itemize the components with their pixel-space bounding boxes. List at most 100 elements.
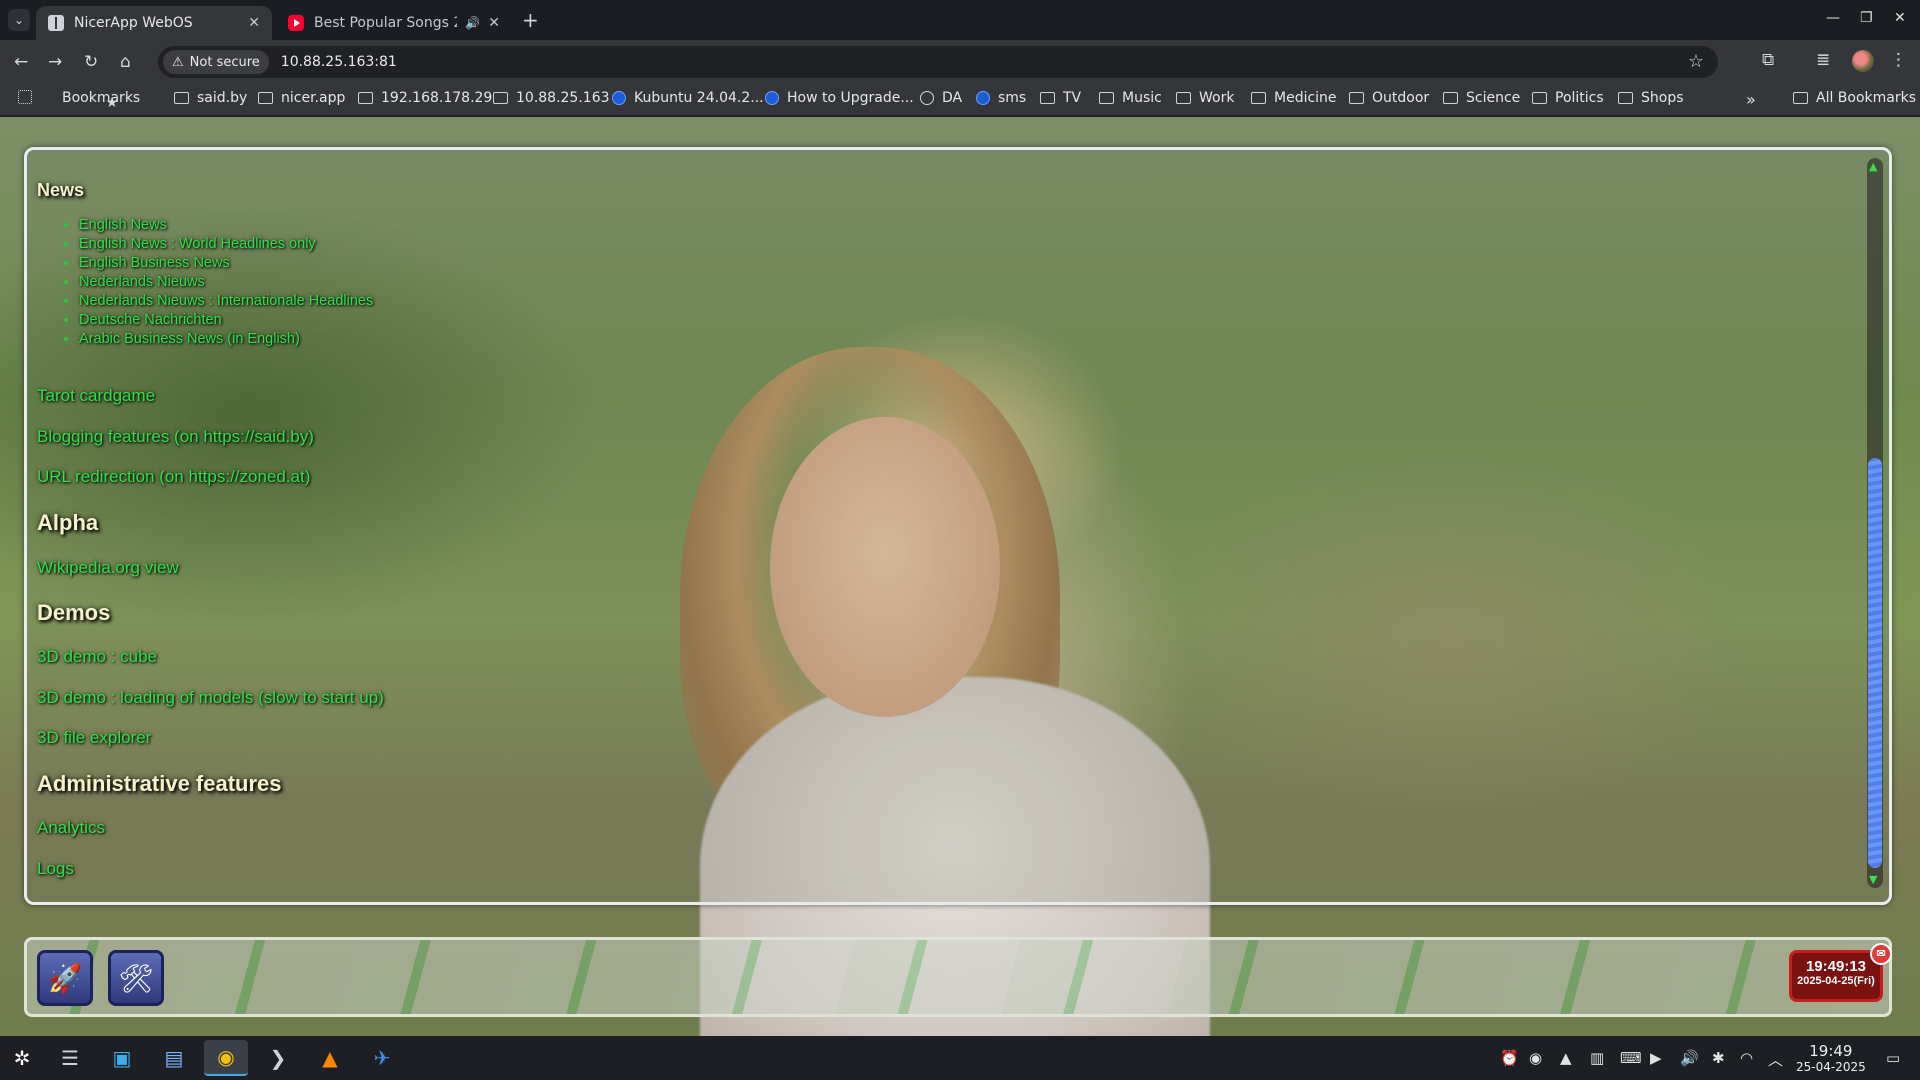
keyboard-icon[interactable]: ⌨ xyxy=(1620,1049,1642,1067)
folder-icon xyxy=(174,92,189,104)
clock-time: 19:49:13 xyxy=(1805,958,1867,975)
volume-icon[interactable]: 🔊 xyxy=(1680,1049,1699,1067)
start-menu-icon[interactable]: ✲ xyxy=(0,1040,44,1076)
close-window-icon[interactable]: ✕ xyxy=(1894,10,1906,26)
bookmark-item[interactable]: Kubuntu 24.04.2... xyxy=(612,90,764,106)
news-item[interactable]: Nederlands Nieuws xyxy=(79,273,373,292)
alpha-heading: Alpha xyxy=(37,510,99,535)
home-icon[interactable]: ⌂ xyxy=(120,52,131,72)
profile-avatar[interactable] xyxy=(1852,50,1874,72)
taskbar-date: 25-04-2025 xyxy=(1796,1060,1866,1074)
terminal-icon[interactable]: ❯ xyxy=(256,1040,300,1076)
url-text[interactable]: 10.88.25.163:81 xyxy=(281,54,397,70)
menu-icon[interactable]: ⋮ xyxy=(1890,50,1907,70)
bluetooth-icon[interactable]: ✱ xyxy=(1712,1049,1725,1067)
expand-tray-icon[interactable]: ︿ xyxy=(1768,1049,1783,1070)
news-item[interactable]: English News : World Headlines only xyxy=(79,235,373,254)
tarot-link[interactable]: Tarot cardgame xyxy=(37,386,155,406)
extensions-icon[interactable]: ⧉ xyxy=(1762,50,1774,70)
news-item[interactable]: English Business News xyxy=(79,254,373,273)
bookmark-star-icon[interactable]: ☆ xyxy=(1688,51,1704,72)
address-bar[interactable]: ⚠ Not secure 10.88.25.163:81 ☆ xyxy=(158,46,1718,78)
tab-songs[interactable]: Best Popular Songs 202 🔊 ✕ xyxy=(276,6,512,40)
new-tab-button[interactable]: + xyxy=(522,8,539,32)
news-item[interactable]: English News xyxy=(79,216,373,235)
vlc-icon[interactable]: ▲ xyxy=(308,1040,352,1076)
bookmarks-bar: ★ Bookmarks said.by nicer.app 192.168.178… xyxy=(0,84,1920,116)
demo-models-link[interactable]: 3D demo : loading of models (slow to sta… xyxy=(37,688,384,708)
bookmark-folder[interactable]: Music xyxy=(1099,90,1162,106)
wifi-icon[interactable]: ◠ xyxy=(1740,1049,1753,1067)
settings-tools-button[interactable]: 🛠 xyxy=(108,950,164,1006)
discover-store-icon[interactable]: ▣ xyxy=(100,1040,144,1076)
bookmark-item[interactable]: How to Upgrade... xyxy=(765,90,914,106)
bookmark-folder[interactable]: said.by xyxy=(174,90,247,106)
media-controls-icon[interactable]: ≣ xyxy=(1816,50,1830,70)
accessibility-icon[interactable]: ◉ xyxy=(1529,1049,1542,1067)
show-desktop-icon[interactable]: ▭ xyxy=(1886,1049,1900,1067)
notifications-icon[interactable]: ⏰ xyxy=(1500,1049,1519,1067)
restore-icon[interactable]: ❐ xyxy=(1860,10,1873,26)
bookmark-folder[interactable]: Outdoor xyxy=(1349,90,1429,106)
system-settings-icon[interactable]: ☰ xyxy=(48,1040,92,1076)
bookmark-folder[interactable]: nicer.app xyxy=(258,90,345,106)
bookmark-folder[interactable]: Work xyxy=(1176,90,1234,106)
bookmark-item[interactable]: ★ Bookmarks xyxy=(62,90,140,111)
rocket-launcher-button[interactable]: 🚀 xyxy=(37,950,93,1006)
all-bookmarks-folder[interactable]: All Bookmarks xyxy=(1793,90,1916,106)
site-security-chip[interactable]: ⚠ Not secure xyxy=(163,50,269,74)
thunderbird-icon[interactable]: ✈ xyxy=(360,1040,404,1076)
tab-bar: ⌄ NicerApp WebOS ✕ Best Popular Songs 20… xyxy=(0,0,1920,40)
tab-search-button[interactable]: ⌄ xyxy=(8,9,30,31)
close-tab-icon[interactable]: ✕ xyxy=(488,15,500,31)
kubuntu-icon xyxy=(612,91,626,105)
menu-content: News English News English News : World H… xyxy=(37,150,1837,890)
file-explorer-link[interactable]: 3D file explorer xyxy=(37,728,151,748)
bookmark-item[interactable]: sms xyxy=(976,90,1026,106)
demo-cube-link[interactable]: 3D demo : cube xyxy=(37,647,157,667)
chrome-icon[interactable]: ◉ xyxy=(204,1040,248,1076)
bookmark-folder[interactable]: Politics xyxy=(1532,90,1604,106)
youtube-favicon-icon xyxy=(288,15,304,31)
analytics-link[interactable]: Analytics xyxy=(37,818,105,838)
news-item[interactable]: Deutsche Nachrichten xyxy=(79,311,373,330)
folder-icon xyxy=(1176,92,1191,104)
bookmark-folder[interactable]: Science xyxy=(1443,90,1520,106)
more-bookmarks-button[interactable]: » xyxy=(1746,90,1756,109)
clipboard-icon[interactable]: ▥ xyxy=(1590,1049,1604,1067)
vertical-scrollbar[interactable]: ▲ ▼ xyxy=(1867,158,1883,888)
url-redirection-link[interactable]: URL redirection (on https://zoned.at) xyxy=(37,467,310,487)
bookmark-folder[interactable]: 192.168.178.29 xyxy=(358,90,492,106)
wikipedia-link[interactable]: Wikipedia.org view xyxy=(37,558,179,578)
apps-icon[interactable] xyxy=(18,90,40,104)
news-heading: News xyxy=(37,180,85,200)
scroll-down-arrow-icon[interactable]: ▼ xyxy=(1869,873,1877,886)
media-player-icon[interactable]: ▶ xyxy=(1650,1049,1662,1067)
audio-playing-icon[interactable]: 🔊 xyxy=(465,16,480,30)
minimize-icon[interactable]: — xyxy=(1826,10,1840,26)
bookmark-folder[interactable]: Shops xyxy=(1618,90,1684,106)
reload-icon[interactable]: ↻ xyxy=(84,52,98,72)
forward-icon[interactable]: → xyxy=(48,52,62,72)
tools-icon: 🛠 xyxy=(118,961,154,995)
news-item[interactable]: Arabic Business News (in English) xyxy=(79,330,373,349)
logs-link[interactable]: Logs xyxy=(37,859,74,879)
tab-nicerapp[interactable]: NicerApp WebOS ✕ xyxy=(36,6,272,40)
blogging-link[interactable]: Blogging features (on https://said.by) xyxy=(37,427,314,447)
bookmark-folder[interactable]: TV xyxy=(1040,90,1081,106)
scrollbar-thumb[interactable] xyxy=(1868,458,1882,868)
file-manager-icon[interactable]: ▤ xyxy=(152,1040,196,1076)
clock-widget[interactable]: 19:49:13 2025-04-25(Fri) ✉ xyxy=(1789,943,1892,1002)
star-icon: ★ xyxy=(105,95,119,111)
bookmark-item[interactable]: DA xyxy=(920,90,962,106)
scroll-up-arrow-icon[interactable]: ▲ xyxy=(1869,160,1877,173)
vlc-tray-icon[interactable]: ▲ xyxy=(1560,1049,1572,1067)
close-tab-icon[interactable]: ✕ xyxy=(248,15,260,31)
mail-icon[interactable]: ✉ xyxy=(1870,943,1892,965)
back-icon[interactable]: ← xyxy=(14,52,28,72)
news-item[interactable]: Nederlands Nieuws : Internationale Headl… xyxy=(79,292,373,311)
chat-icon xyxy=(976,91,990,105)
bookmark-folder[interactable]: 10.88.25.163 xyxy=(493,90,610,106)
taskbar-clock[interactable]: 19:49 25-04-2025 xyxy=(1796,1042,1866,1074)
bookmark-folder[interactable]: Medicine xyxy=(1251,90,1337,106)
